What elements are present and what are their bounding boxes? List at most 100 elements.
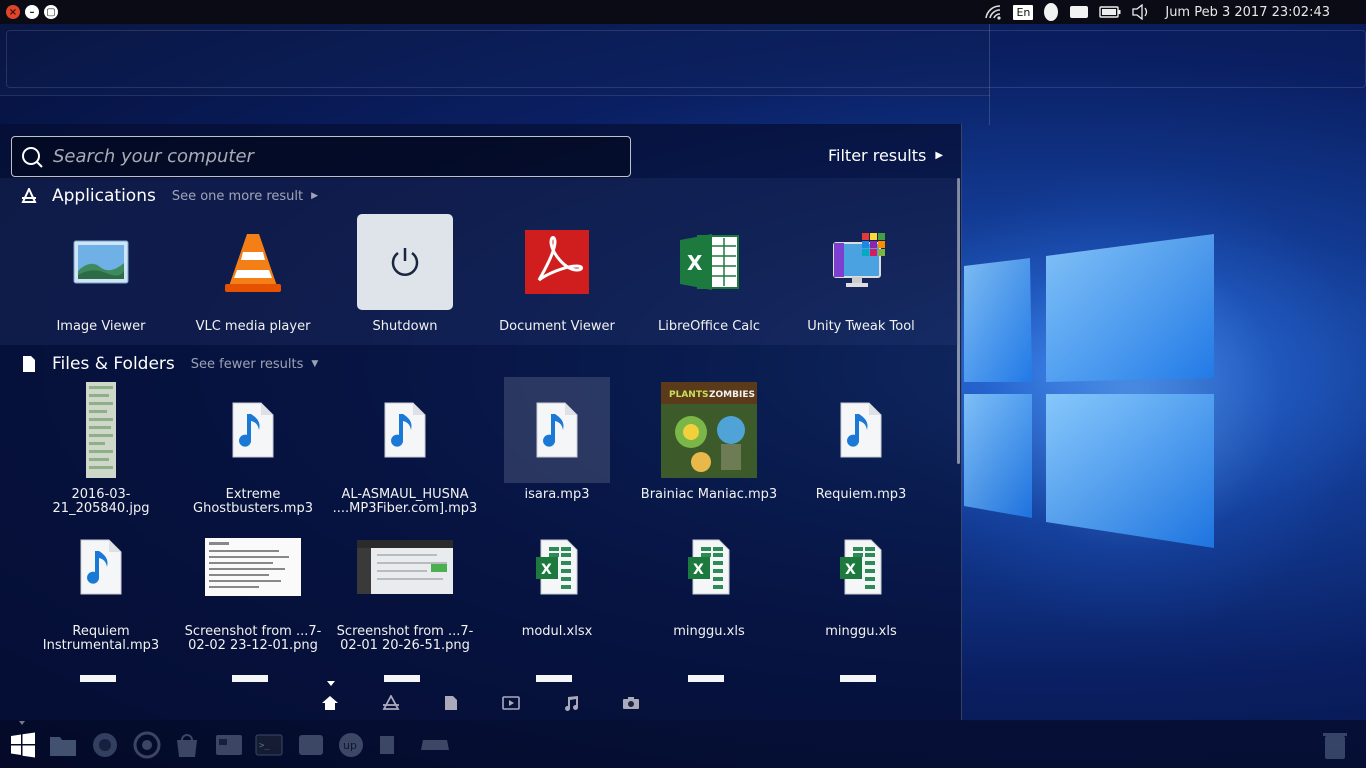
spreadsheet-file-icon: X bbox=[813, 519, 909, 615]
photo-lens-icon[interactable] bbox=[621, 694, 641, 712]
unity-tweak-icon bbox=[813, 214, 909, 310]
file-tile[interactable]: X minggu.xls bbox=[785, 519, 937, 639]
file-tile-partial[interactable] bbox=[384, 675, 420, 682]
app-tile-shutdown[interactable]: Shutdown bbox=[329, 214, 481, 334]
music-lens-icon[interactable] bbox=[561, 694, 581, 712]
drive-icon[interactable] bbox=[420, 730, 450, 760]
filter-results-button[interactable]: Filter results ▶ bbox=[828, 146, 943, 165]
chevron-right-icon: ▶ bbox=[935, 150, 944, 161]
excel-icon: X bbox=[661, 214, 757, 310]
search-input[interactable] bbox=[53, 146, 613, 167]
file-tile[interactable]: PLANTS ZOMBIES Brainiac Maniac.mp3 bbox=[633, 382, 785, 502]
svg-text:up: up bbox=[343, 739, 357, 752]
file-category-icon bbox=[20, 355, 38, 373]
see-fewer-results-link[interactable]: See fewer results ▼ bbox=[191, 357, 319, 372]
results-area: Applications See one more result ▶ Image… bbox=[0, 178, 958, 682]
audio-file-icon bbox=[357, 382, 453, 478]
see-fewer-results-label: See fewer results bbox=[190, 356, 304, 372]
svg-text:X: X bbox=[845, 562, 856, 578]
file-tile[interactable]: Screenshot from ...7-02-02 23-12-01.png bbox=[177, 519, 329, 653]
trash-icon[interactable] bbox=[1322, 730, 1348, 760]
messages-icon[interactable] bbox=[1069, 5, 1089, 19]
app-tile-image-viewer[interactable]: Image Viewer bbox=[25, 214, 177, 334]
app-icon[interactable] bbox=[372, 730, 402, 760]
file-label: Brainiac Maniac.mp3 bbox=[640, 487, 778, 502]
screenshot-thumbnail bbox=[357, 519, 453, 615]
clock[interactable]: Jum Peb 3 2017 23:02:43 bbox=[1165, 5, 1330, 20]
file-tile[interactable]: 2016-03-21_205840.jpg bbox=[25, 382, 177, 516]
upwork-icon[interactable]: up bbox=[336, 730, 366, 760]
audio-file-icon bbox=[813, 382, 909, 478]
app-tile-vlc[interactable]: VLC media player bbox=[177, 214, 329, 334]
dash-frame-edge bbox=[0, 95, 990, 125]
terminal-icon[interactable]: >_ bbox=[254, 730, 284, 760]
file-tile[interactable]: AL-ASMAUL_HUSNA ....MP3Fiber.com].mp3 bbox=[329, 382, 481, 516]
file-tile[interactable]: X modul.xlsx bbox=[481, 519, 633, 639]
file-tile-partial[interactable] bbox=[840, 675, 876, 682]
dash-header-area bbox=[6, 30, 1366, 88]
file-tile-partial[interactable] bbox=[536, 675, 572, 682]
wifi-icon[interactable] bbox=[985, 4, 1003, 20]
window-close-button[interactable]: × bbox=[6, 5, 20, 19]
firefox-icon[interactable] bbox=[90, 730, 120, 760]
svg-text:X: X bbox=[687, 251, 703, 275]
keyboard-layout-indicator[interactable]: En bbox=[1013, 4, 1034, 20]
file-label: Screenshot from ...7-02-02 23-12-01.png bbox=[184, 624, 322, 653]
files-title: Files & Folders bbox=[52, 354, 175, 374]
files-app-icon[interactable] bbox=[48, 730, 78, 760]
app-tile-libreoffice-calc[interactable]: X LibreOffice Calc bbox=[633, 214, 785, 334]
file-tile-partial[interactable] bbox=[232, 675, 268, 682]
see-more-results-link[interactable]: See one more result ▶ bbox=[172, 189, 318, 204]
spreadsheet-file-icon: X bbox=[661, 519, 757, 615]
see-more-results-label: See one more result bbox=[171, 188, 304, 204]
image-thumbnail-icon bbox=[53, 382, 149, 478]
file-tile-partial[interactable] bbox=[80, 675, 116, 682]
search-icon bbox=[22, 146, 43, 168]
disk-icon[interactable] bbox=[296, 730, 326, 760]
video-lens-icon[interactable] bbox=[501, 694, 521, 712]
audio-file-icon bbox=[205, 382, 301, 478]
file-tile[interactable]: Requiem Instrumental.mp3 bbox=[25, 519, 177, 653]
file-tile[interactable]: Requiem.mp3 bbox=[785, 382, 937, 502]
file-label: Screenshot from ...7-02-01 20-26-51.png bbox=[336, 624, 474, 653]
launcher: >_ up bbox=[0, 720, 1366, 768]
app-tile-unity-tweak-tool[interactable]: Unity Tweak Tool bbox=[785, 214, 937, 334]
file-tile-partial[interactable] bbox=[688, 675, 724, 682]
applications-lens-icon[interactable] bbox=[381, 694, 401, 712]
start-button-windows-icon[interactable] bbox=[8, 730, 38, 760]
home-lens-icon[interactable] bbox=[320, 694, 340, 712]
chrome-icon[interactable] bbox=[132, 730, 162, 760]
dash: Filter results ▶ Applications See one mo… bbox=[0, 124, 962, 720]
windows-logo-wallpaper bbox=[964, 234, 1214, 548]
applications-title: Applications bbox=[52, 186, 156, 206]
settings-icon[interactable] bbox=[214, 730, 244, 760]
app-tile-document-viewer[interactable]: Document Viewer bbox=[481, 214, 633, 334]
volume-icon[interactable] bbox=[1131, 4, 1151, 20]
search-box[interactable] bbox=[11, 136, 631, 177]
svg-text:>_: >_ bbox=[259, 741, 270, 751]
applications-category-header: Applications See one more result ▶ bbox=[20, 186, 318, 206]
file-tile[interactable]: Extreme Ghostbusters.mp3 bbox=[177, 382, 329, 516]
svg-text:X: X bbox=[693, 562, 704, 578]
notification-icon[interactable] bbox=[1043, 2, 1059, 22]
window-minimize-button[interactable]: – bbox=[25, 5, 39, 19]
window-maximize-button[interactable]: ▢ bbox=[44, 5, 58, 19]
app-label: Shutdown bbox=[372, 319, 438, 334]
file-label: 2016-03-21_205840.jpg bbox=[52, 487, 150, 516]
top-panel: × – ▢ En Jum Peb 3 2017 23:02:43 bbox=[0, 0, 1366, 24]
audio-file-icon bbox=[509, 382, 605, 478]
app-label: LibreOffice Calc bbox=[657, 319, 761, 334]
svg-text:ZOMBIES: ZOMBIES bbox=[709, 390, 755, 400]
files-category-header: Files & Folders See fewer results ▼ bbox=[20, 354, 318, 374]
image-viewer-icon bbox=[53, 214, 149, 310]
file-tile[interactable]: X minggu.xls bbox=[633, 519, 785, 639]
file-label: AL-ASMAUL_HUSNA ....MP3Fiber.com].mp3 bbox=[332, 487, 478, 516]
chevron-down-icon: ▼ bbox=[311, 359, 319, 369]
files-lens-icon[interactable] bbox=[441, 694, 461, 712]
battery-icon[interactable] bbox=[1099, 5, 1121, 19]
file-tile[interactable]: isara.mp3 bbox=[481, 382, 633, 502]
file-tile[interactable]: Screenshot from ...7-02-01 20-26-51.png bbox=[329, 519, 481, 653]
svg-text:X: X bbox=[541, 562, 552, 578]
spreadsheet-file-icon: X bbox=[509, 519, 605, 615]
software-center-icon[interactable] bbox=[172, 730, 202, 760]
